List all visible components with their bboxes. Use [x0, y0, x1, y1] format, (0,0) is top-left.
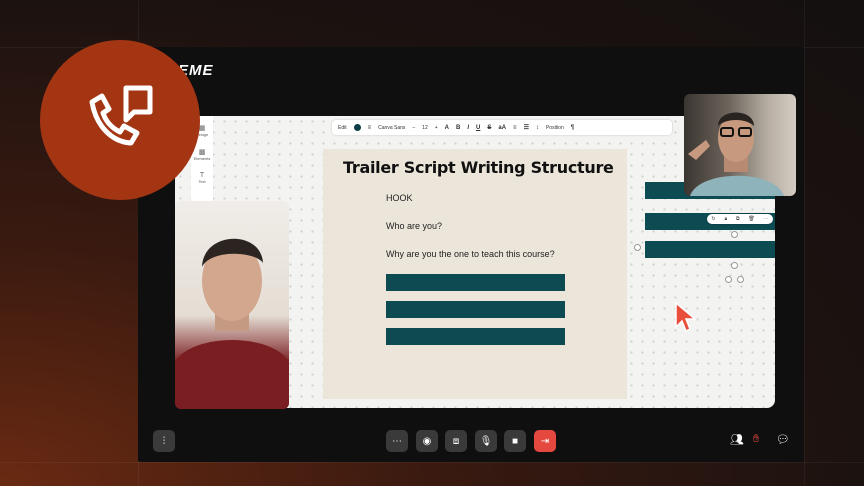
microphone-icon: 🎙︎: [479, 435, 493, 447]
lock-icon[interactable]: 🔒︎: [724, 216, 727, 222]
selected-bar[interactable]: [645, 241, 775, 258]
more-dots-icon: ⋯: [392, 435, 402, 447]
resize-handle[interactable]: [731, 231, 738, 238]
slide-title[interactable]: Trailer Script Writing Structure: [343, 158, 614, 177]
mouse-cursor-icon: [675, 301, 698, 333]
font-size-increase-icon[interactable]: +: [435, 125, 438, 131]
resize-handle[interactable]: [634, 244, 641, 251]
element-mini-toolbar: ↻ 🔒︎ ⧉ 🗑︎ ⋯: [707, 214, 773, 224]
more-icon[interactable]: ⋯: [764, 216, 769, 222]
canva-toolbar: Edit ≡ Canva Sans – 12 + A B I U S aA ≡ …: [332, 120, 672, 135]
record-icon: ◉: [422, 435, 432, 447]
share-screen-button[interactable]: ⧈: [445, 430, 467, 452]
slide-placeholder-bar[interactable]: [386, 274, 565, 291]
duplicate-icon[interactable]: ⧉: [736, 216, 740, 222]
move-handle[interactable]: [737, 276, 744, 283]
slide-line-hook[interactable]: HOOK: [386, 193, 413, 203]
participants-icon[interactable]: 👥︎: [730, 433, 744, 446]
participant-video-left[interactable]: [175, 201, 289, 409]
bold-icon[interactable]: B: [456, 125, 460, 131]
call-badge: [40, 40, 200, 200]
chat-icon[interactable]: 💬︎: [776, 433, 790, 446]
border-style-icon[interactable]: ≡: [368, 125, 372, 131]
case-icon[interactable]: aA: [498, 125, 506, 131]
participant-avatar: [688, 112, 784, 196]
italic-icon[interactable]: I: [467, 125, 469, 131]
list-icon[interactable]: ☰: [524, 124, 529, 131]
delete-icon[interactable]: 🗑︎: [748, 216, 754, 222]
paint-roller-icon[interactable]: ¶: [571, 125, 574, 131]
slide-line-who[interactable]: Who are you?: [386, 221, 442, 231]
leave-call-button[interactable]: ⇥: [534, 430, 556, 452]
share-screen-icon: ⧈: [452, 435, 460, 447]
camera-button[interactable]: ■: [504, 430, 526, 452]
more-button[interactable]: ⋯: [386, 430, 408, 452]
leave-call-icon: ⇥: [540, 435, 550, 447]
slide-canvas[interactable]: Trailer Script Writing Structure HOOK Wh…: [323, 149, 627, 399]
text-color-icon[interactable]: A: [445, 125, 449, 131]
strikethrough-icon[interactable]: S: [487, 125, 491, 131]
align-icon[interactable]: ≡: [513, 125, 517, 131]
slide-line-why[interactable]: Why are you the one to teach this course…: [386, 249, 555, 259]
edit-button[interactable]: Edit: [338, 125, 347, 131]
rail-item-text[interactable]: T Text: [193, 172, 211, 184]
font-size-decrease-icon[interactable]: –: [412, 125, 415, 131]
rail-item-label: Text: [198, 179, 206, 184]
camera-icon: ■: [511, 435, 519, 447]
spacing-icon[interactable]: ↕: [536, 125, 539, 131]
participant-video-right[interactable]: [684, 94, 796, 196]
resize-handle[interactable]: [731, 262, 738, 269]
rotate-icon[interactable]: ↻: [711, 216, 715, 222]
underline-icon[interactable]: U: [476, 125, 480, 131]
font-size-value[interactable]: 12: [422, 125, 428, 131]
audio-waveform-button[interactable]: ⫶: [153, 430, 175, 452]
rail-item-elements[interactable]: ▩ Elements: [193, 148, 211, 161]
font-select[interactable]: Canva Sans: [378, 125, 405, 131]
slide-placeholder-bar[interactable]: [386, 301, 565, 318]
record-button[interactable]: ◉: [416, 430, 438, 452]
microphone-button[interactable]: 🎙︎: [475, 430, 497, 452]
slide-placeholder-bar[interactable]: [386, 328, 565, 345]
participant-avatar: [175, 238, 289, 409]
position-button[interactable]: Position: [546, 125, 564, 131]
phone-chat-icon: [89, 85, 153, 146]
raise-hand-icon[interactable]: ✋︎: [753, 433, 759, 446]
audio-waveform-icon: ⫶: [162, 435, 166, 447]
color-swatch[interactable]: [353, 124, 361, 131]
rotate-handle[interactable]: [725, 276, 732, 283]
rail-item-label: Elements: [193, 156, 211, 161]
